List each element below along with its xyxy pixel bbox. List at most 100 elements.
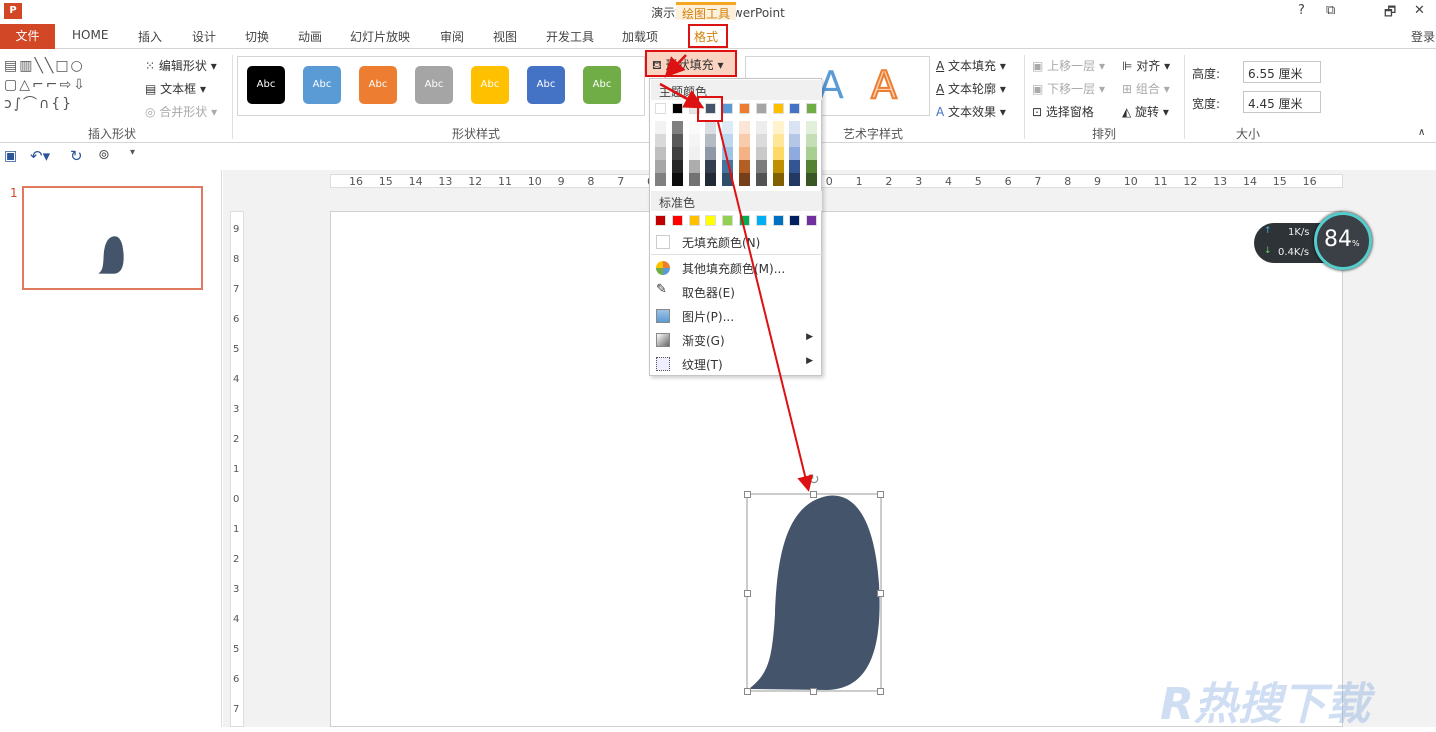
theme-color-shade[interactable]: [705, 134, 717, 147]
theme-color-shade[interactable]: [671, 134, 683, 147]
shape-fill-button[interactable]: ⛾ 形状填充 ▾: [645, 50, 737, 77]
resize-handle[interactable]: [877, 491, 884, 498]
theme-color-shade[interactable]: [806, 121, 818, 134]
theme-color-shade[interactable]: [655, 134, 666, 147]
resize-handle[interactable]: [810, 688, 817, 695]
theme-color-swatch[interactable]: [655, 103, 666, 114]
theme-color-shade[interactable]: [705, 147, 717, 160]
theme-color-shade[interactable]: [688, 134, 700, 147]
login-link[interactable]: 登录: [1411, 28, 1435, 45]
wordart-sample[interactable]: A: [870, 62, 898, 108]
shapes-gallery[interactable]: ▤▥╲╲□○ ▢△⌐⌐⇨⇩ ↄ∫⌒∩{}: [4, 57, 122, 115]
tab-home[interactable]: HOME: [72, 28, 108, 42]
tab-developer[interactable]: 开发工具: [546, 28, 594, 45]
align-button[interactable]: ⊫ 对齐 ▾: [1122, 57, 1170, 74]
close-button[interactable]: ✕: [1414, 3, 1425, 18]
text-outline-button[interactable]: A 文本轮廓 ▾: [936, 80, 1006, 97]
theme-color-shade[interactable]: [739, 160, 750, 173]
selected-shape[interactable]: ↻: [745, 470, 885, 696]
theme-color-shade[interactable]: [772, 160, 784, 173]
theme-color-shade[interactable]: [705, 160, 717, 173]
theme-color-shade[interactable]: [722, 173, 734, 186]
theme-color-swatch[interactable]: [755, 103, 767, 114]
standard-color-swatch[interactable]: [688, 215, 700, 226]
ribbon-display-button[interactable]: ⧉: [1326, 3, 1335, 18]
slideshow-icon[interactable]: ⊚: [98, 147, 110, 163]
theme-color-shade[interactable]: [739, 121, 750, 134]
style-swatch[interactable]: Abc: [527, 66, 565, 104]
redo-icon[interactable]: ↻: [70, 147, 83, 165]
theme-color-shade[interactable]: [722, 134, 734, 147]
shape-fill[interactable]: [749, 495, 880, 690]
theme-color-shade[interactable]: [806, 134, 818, 147]
tab-design[interactable]: 设计: [192, 28, 216, 45]
theme-color-shade[interactable]: [722, 147, 734, 160]
theme-color-shade[interactable]: [655, 173, 666, 186]
resize-handle[interactable]: [744, 590, 751, 597]
theme-color-shade[interactable]: [755, 134, 767, 147]
gradient-item[interactable]: 渐变(G) ▶: [650, 329, 821, 351]
tab-review[interactable]: 审阅: [440, 28, 464, 45]
theme-color-swatch[interactable]: [671, 103, 683, 114]
theme-color-shade[interactable]: [789, 134, 801, 147]
tab-file[interactable]: 文件: [0, 24, 55, 49]
standard-color-swatch[interactable]: [789, 215, 801, 226]
height-input[interactable]: 6.55 厘米: [1243, 61, 1321, 83]
theme-color-shade[interactable]: [755, 173, 767, 186]
theme-color-shade[interactable]: [789, 121, 801, 134]
tab-animations[interactable]: 动画: [298, 28, 322, 45]
group-button[interactable]: ⊞ 组合 ▾: [1122, 80, 1170, 97]
resize-handle[interactable]: [877, 590, 884, 597]
theme-color-shade[interactable]: [806, 173, 818, 186]
bring-forward-button[interactable]: ▣ 上移一层 ▾: [1032, 57, 1105, 74]
theme-color-shade[interactable]: [789, 160, 801, 173]
theme-color-shade[interactable]: [739, 147, 750, 160]
theme-color-shade[interactable]: [671, 147, 683, 160]
save-icon[interactable]: ▣: [4, 148, 17, 164]
theme-color-shade[interactable]: [739, 134, 750, 147]
style-swatch[interactable]: Abc: [359, 66, 397, 104]
theme-color-shade[interactable]: [772, 147, 784, 160]
merge-shapes-button[interactable]: ◎ 合并形状 ▾: [145, 103, 217, 120]
theme-color-shade[interactable]: [806, 147, 818, 160]
texture-item[interactable]: 纹理(T) ▶: [650, 353, 821, 375]
theme-color-shade[interactable]: [722, 160, 734, 173]
theme-color-shade[interactable]: [739, 173, 750, 186]
theme-color-shade[interactable]: [655, 121, 666, 134]
textbox-button[interactable]: ▤ 文本框 ▾: [145, 80, 206, 97]
undo-icon[interactable]: ↶▾: [30, 147, 50, 165]
standard-color-swatch[interactable]: [806, 215, 818, 226]
tab-addins[interactable]: 加载项: [622, 28, 658, 45]
text-fill-button[interactable]: A 文本填充 ▾: [936, 57, 1006, 74]
style-swatch[interactable]: Abc: [471, 66, 509, 104]
style-swatch[interactable]: Abc: [247, 66, 285, 104]
theme-color-swatch[interactable]: [789, 103, 801, 114]
theme-color-shade[interactable]: [705, 173, 717, 186]
theme-color-shade[interactable]: [755, 147, 767, 160]
width-input[interactable]: 4.45 厘米: [1243, 91, 1321, 113]
theme-color-shade[interactable]: [671, 121, 683, 134]
edit-shape-button[interactable]: ⁙ 编辑形状 ▾: [145, 57, 217, 74]
theme-color-swatch[interactable]: [722, 103, 734, 114]
theme-color-shade[interactable]: [755, 121, 767, 134]
theme-color-shade[interactable]: [671, 173, 683, 186]
theme-color-shade[interactable]: [655, 160, 666, 173]
style-swatch[interactable]: Abc: [415, 66, 453, 104]
resize-handle[interactable]: [877, 688, 884, 695]
customize-qat-icon[interactable]: ▾: [130, 147, 135, 158]
selection-pane-button[interactable]: ⊡ 选择窗格: [1032, 103, 1094, 120]
theme-color-shade[interactable]: [705, 121, 717, 134]
eyedropper-item[interactable]: ✎ 取色器(E): [650, 281, 821, 303]
theme-color-swatch[interactable]: [806, 103, 818, 114]
help-button[interactable]: ?: [1298, 3, 1305, 18]
theme-color-shade[interactable]: [688, 147, 700, 160]
no-fill-item[interactable]: 无填充颜色(N): [650, 231, 821, 253]
theme-color-shade[interactable]: [789, 173, 801, 186]
restore-button[interactable]: 🗗: [1384, 3, 1396, 25]
theme-color-shade[interactable]: [772, 134, 784, 147]
theme-color-shade[interactable]: [688, 160, 700, 173]
tab-insert[interactable]: 插入: [138, 28, 162, 45]
theme-color-swatch[interactable]: [772, 103, 784, 114]
theme-color-shade[interactable]: [671, 160, 683, 173]
rotate-handle-icon[interactable]: ↻: [808, 472, 820, 488]
